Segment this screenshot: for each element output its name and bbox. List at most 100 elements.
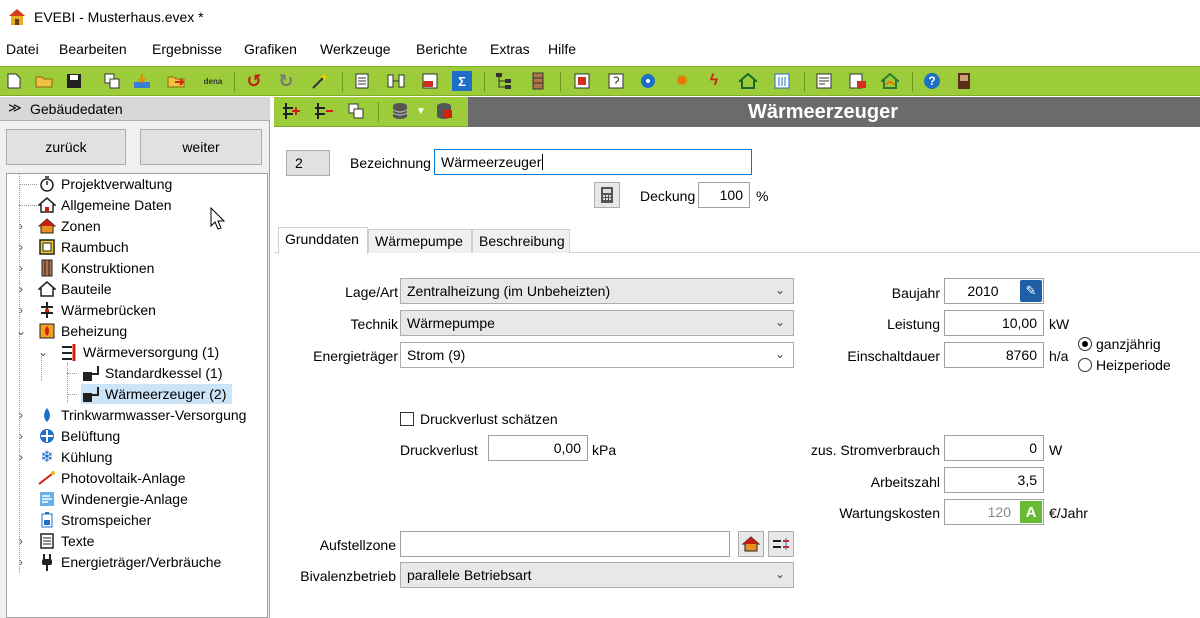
tree-item-raumbuch[interactable]: › Raumbuch [19,237,129,257]
zone-select-button[interactable] [738,531,764,557]
tree-item-bauteile[interactable]: › Bauteile [19,279,112,299]
eco-house-icon[interactable] [738,71,758,91]
expand-chevron-icon[interactable]: › [15,303,27,317]
building-icon[interactable] [772,71,792,91]
report-pdf-icon[interactable] [848,71,868,91]
back-button[interactable]: zurück [6,129,126,165]
collapse-chevron-icon[interactable]: ⌄ [15,324,27,338]
druckverlust-input[interactable]: 0,00 [488,435,588,461]
stromverbrauch-input[interactable]: 0 [944,435,1044,461]
expand-chevron-icon[interactable]: › [15,429,27,443]
menu-datei[interactable]: Datei [6,41,39,57]
database-save-icon[interactable] [434,101,454,121]
menu-ergebnisse[interactable]: Ergebnisse [152,41,222,57]
tab-grunddaten[interactable]: Grunddaten [278,227,368,254]
tree-item-konstruktionen[interactable]: › Konstruktionen [19,258,154,278]
document-icon[interactable] [352,71,372,91]
druckverlust-schaetzen-checkbox[interactable] [400,412,414,426]
tree-item-waermeversorgung[interactable]: ⌄ Wärmeversorgung (1) [38,342,219,362]
menu-extras[interactable]: Extras [490,41,530,57]
expand-chevron-icon[interactable]: › [15,282,27,296]
help-doc-icon[interactable] [606,71,626,91]
tree-item-trinkwarmwasser[interactable]: › Trinkwarmwasser-Versorgung [19,405,246,425]
tree-item-standardkessel[interactable]: Standardkessel (1) [81,363,223,383]
zone-link-button[interactable] [768,531,794,557]
compare-icon[interactable] [386,71,406,91]
bivalenz-select[interactable]: parallele Betriebsart ⌄ [400,562,794,588]
expand-chevron-icon[interactable]: › [15,219,27,233]
tree-item-belueftung[interactable]: › Belüftung [19,426,120,446]
undo-icon[interactable]: ↺ [244,71,264,91]
new-file-icon[interactable] [4,71,24,91]
calculator-button[interactable] [594,182,620,208]
expand-chevron-icon[interactable]: › [15,534,27,548]
fan-icon[interactable] [638,71,658,91]
database-icon[interactable] [390,101,410,121]
tree-item-energietraeger[interactable]: › Energieträger/Verbräuche [19,552,221,572]
tree-item-photovoltaik[interactable]: Photovoltaik-Anlage [37,468,186,488]
sum-icon[interactable]: Σ [452,71,472,91]
tree-item-allgemeine-daten[interactable]: Allgemeine Daten [37,195,172,215]
construction-icon[interactable] [528,71,548,91]
collapse-chevron-icon[interactable]: ⌄ [37,345,49,359]
tree-item-stromspeicher[interactable]: Stromspeicher [37,510,151,530]
technik-select[interactable]: Wärmepumpe ⌄ [400,310,794,336]
collapse-chevron-icon[interactable]: ≫ [8,100,22,116]
tree-item-waermebruecken[interactable]: › Wärmebrücken [19,300,156,320]
help-icon[interactable]: ? [922,71,942,91]
expand-chevron-icon[interactable]: › [15,450,27,464]
tab-beschreibung[interactable]: Beschreibung [472,229,570,253]
tree-item-zonen[interactable]: › Zonen [19,216,101,236]
energietraeger-select[interactable]: Strom (9) ⌄ [400,342,794,368]
menu-bearbeiten[interactable]: Bearbeiten [59,41,127,57]
tree-item-beheizung[interactable]: ⌄ Beheizung [16,321,127,341]
lage-select[interactable]: Zentralheizung (im Unbeheizten) ⌄ [400,278,794,304]
open-folder-icon[interactable] [34,71,54,91]
deckung-input[interactable]: 100 [698,182,750,208]
expand-chevron-icon[interactable]: › [15,261,27,275]
tree-item-waermeerzeuger[interactable]: Wärmeerzeuger (2) [81,384,233,404]
arbeitszahl-input[interactable]: 3,5 [944,467,1044,493]
lightning-icon[interactable]: ϟ [704,71,724,91]
dena-icon[interactable]: dena [200,71,226,91]
menu-berichte[interactable]: Berichte [416,41,467,57]
report-icon[interactable] [814,71,834,91]
aufstellzone-input[interactable] [400,531,730,557]
expand-chevron-icon[interactable]: › [15,240,27,254]
expand-chevron-icon[interactable]: › [15,408,27,422]
panel-header[interactable]: ≫ Gebäudedaten [0,97,270,121]
menu-werkzeuge[interactable]: Werkzeuge [320,41,391,57]
remove-component-icon[interactable] [314,101,334,121]
tab-waermepumpe[interactable]: Wärmepumpe [368,229,472,253]
leistung-input[interactable]: 10,00 [944,310,1044,336]
add-component-icon[interactable] [282,101,302,121]
wizard-icon[interactable] [310,71,330,91]
house-chart-icon[interactable] [880,71,900,91]
duplicate-icon[interactable] [346,101,366,121]
redo-icon[interactable]: ↻ [276,71,296,91]
export-icon[interactable] [166,71,186,91]
tree-item-kuehlung[interactable]: › ❄ Kühlung [19,447,112,467]
pdf-icon[interactable] [420,71,440,91]
tree-item-projektverwaltung[interactable]: Projektverwaltung [37,174,172,194]
sun-icon[interactable]: ✹ [672,71,692,91]
next-button[interactable]: weiter [140,129,262,165]
energy-cert-icon[interactable] [572,71,592,91]
save-icon[interactable] [64,71,84,91]
structure-icon[interactable] [494,71,514,91]
expand-chevron-icon[interactable]: › [15,555,27,569]
dropdown-arrow-icon[interactable]: ▼ [414,101,428,121]
copy-icon[interactable] [102,71,122,91]
import-icon[interactable] [132,71,152,91]
bezeichnung-input[interactable]: Wärmeerzeuger [434,149,752,175]
menu-hilfe[interactable]: Hilfe [548,41,576,57]
tree-item-windenergie[interactable]: Windenergie-Anlage [37,489,188,509]
auto-value-badge[interactable]: A [1020,501,1042,523]
tree-item-texte[interactable]: › Texte [19,531,94,551]
edit-pencil-icon[interactable]: ✎ [1020,280,1042,302]
exit-icon[interactable] [954,71,974,91]
radio-ganzjaehrig[interactable] [1078,337,1092,351]
menu-grafiken[interactable]: Grafiken [244,41,297,57]
radio-heizperiode[interactable] [1078,358,1092,372]
einschaltdauer-input[interactable]: 8760 [944,342,1044,368]
